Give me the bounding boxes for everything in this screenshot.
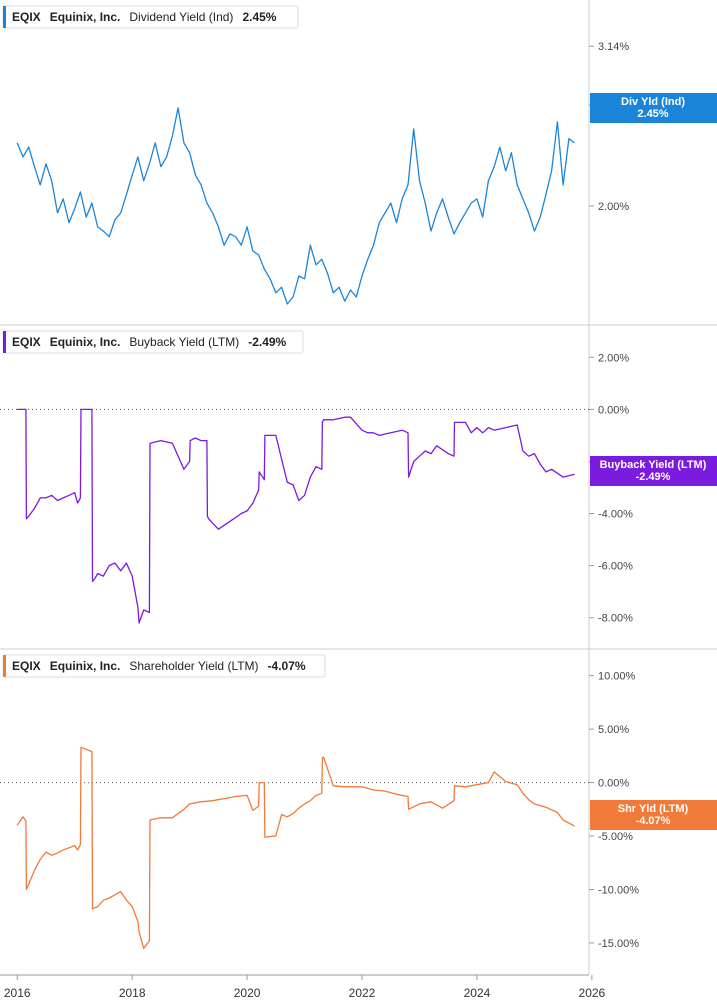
y-tick-label: 2.00% — [598, 352, 629, 364]
value-badge: Buyback Yield (LTM)-2.49% — [590, 456, 717, 486]
y-tick-label: -8.00% — [598, 613, 633, 625]
value-badge-value: -2.49% — [636, 471, 671, 483]
legend-ticker: EQIX — [12, 659, 41, 673]
legend-ticker: EQIX — [12, 10, 41, 24]
legend-latest-value: -4.07% — [268, 659, 306, 673]
x-tick-label: 2016 — [4, 986, 31, 1000]
value-badge: Div Yld (Ind)2.45% — [590, 93, 717, 123]
y-tick-label: -15.00% — [598, 938, 639, 950]
value-badge-label: Buyback Yield (LTM) — [600, 459, 707, 471]
legend: EQIX Equinix, Inc. Dividend Yield (Ind) 2.4… — [2, 5, 299, 29]
legend: EQIX Equinix, Inc. Shareholder Yield (LTM)… — [2, 654, 326, 678]
legend-metric: Buyback Yield (LTM) — [129, 335, 239, 349]
value-badge-label: Div Yld (Ind) — [621, 96, 685, 108]
legend-metric: Shareholder Yield (LTM) — [129, 659, 258, 673]
legend-ticker: EQIX — [12, 335, 41, 349]
legend-company: Equinix, Inc. — [50, 335, 121, 349]
y-tick-label: 0.00% — [598, 404, 629, 416]
x-axis: 2016 2018 2020 2022 2024 2026 — [4, 975, 606, 1000]
legend-company: Equinix, Inc. — [50, 659, 121, 673]
series-line — [16, 107, 575, 305]
y-tick-label: 5.00% — [598, 724, 629, 736]
legend-color-swatch — [3, 6, 6, 28]
y-tick-label: -6.00% — [598, 561, 633, 573]
y-tick-label: 10.00% — [598, 671, 636, 683]
x-tick-label: 2022 — [349, 986, 376, 1000]
value-badge-label: Shr Yld (LTM) — [618, 803, 689, 815]
legend-latest-value: -2.49% — [248, 335, 286, 349]
y-tick-label: 0.00% — [598, 778, 629, 790]
y-tick-label: -4.00% — [598, 509, 633, 521]
value-badge: Shr Yld (LTM)-4.07% — [590, 800, 717, 830]
legend-color-swatch — [3, 331, 6, 353]
chart-root: 3.14%2.72%2.00%EQIXEquinix, Inc.Dividend… — [0, 0, 717, 1000]
buyback-yield-panel: 2.00%0.00%-2.00%-4.00%-6.00%-8.00%EQIXEq… — [0, 330, 717, 625]
y-tick-label: -5.00% — [598, 831, 633, 843]
legend-metric: Dividend Yield (Ind) — [129, 10, 233, 24]
x-tick-label: 2018 — [119, 986, 146, 1000]
value-badge-value: 2.45% — [637, 108, 668, 120]
series-line — [16, 746, 575, 949]
legend: EQIX Equinix, Inc. Buyback Yield (LTM) -2.4… — [2, 330, 304, 354]
legend-color-swatch — [3, 655, 6, 677]
series-line — [17, 408, 575, 624]
x-tick-label: 2026 — [579, 986, 606, 1000]
y-tick-label: 2.00% — [598, 201, 629, 213]
value-badge-value: -4.07% — [636, 815, 671, 827]
legend-company: Equinix, Inc. — [50, 10, 121, 24]
legend-latest-value: 2.45% — [242, 10, 276, 24]
y-tick-label: -10.00% — [598, 884, 639, 896]
y-tick-label: 3.14% — [598, 41, 629, 53]
x-tick-label: 2020 — [234, 986, 261, 1000]
dividend-yield-panel: 3.14%2.72%2.00%EQIXEquinix, Inc.Dividend… — [2, 5, 717, 305]
x-tick-label: 2024 — [464, 986, 491, 1000]
shareholder-yield-panel: 10.00% 5.00% 0.00% -5.00% -10.00% -15.00% EQIX… — [0, 654, 717, 950]
